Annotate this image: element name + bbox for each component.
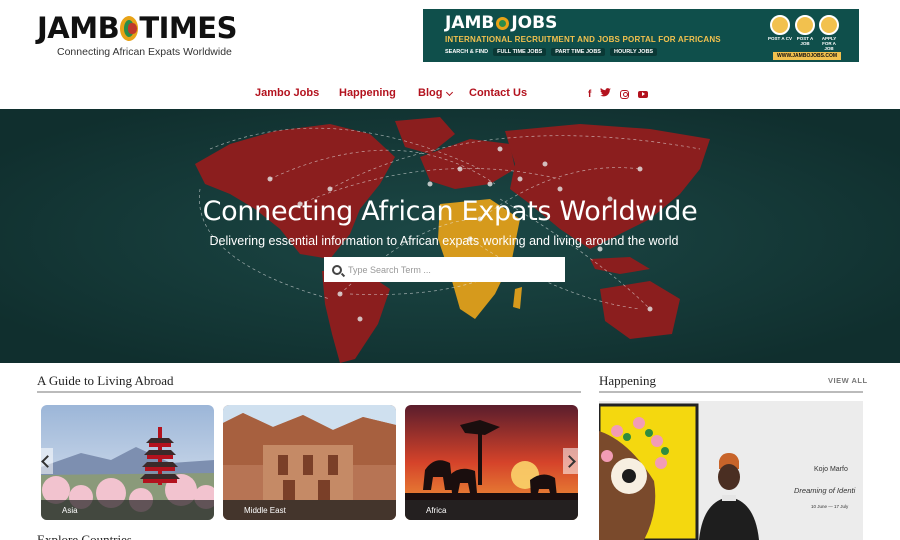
banner-qr-apply: APPLY FOR A JOB	[817, 15, 841, 51]
social-links: f	[588, 88, 649, 100]
banner-qr-post-job: POST A JOB	[793, 15, 817, 46]
guide-card-label: Middle East	[223, 500, 396, 520]
site-logo[interactable]: JAMB TIMES Connecting African Expats Worl…	[37, 12, 237, 59]
logo-text-left: JAMB	[37, 11, 120, 45]
guide-card-asia[interactable]: Asia	[41, 405, 214, 520]
instagram-icon[interactable]	[620, 89, 630, 99]
happening-feature-image[interactable]: Kojo Marfo Dreaming of Identi 10 June — …	[599, 401, 863, 540]
facebook-icon[interactable]: f	[588, 89, 591, 100]
happening-section-title: Happening	[599, 373, 657, 388]
banner-globe-icon	[496, 16, 510, 30]
search-input[interactable]	[348, 264, 548, 275]
banner-qr-post-cv: POST A CV	[768, 15, 792, 41]
banner-url: WWW.JAMBOJOBS.COM	[773, 52, 841, 60]
banner-pill: HOURLY JOBS	[609, 48, 658, 56]
banner-pill: PART TIME JOBS	[551, 48, 605, 56]
banner-pill-row: SEARCH & FIND FULL TIME JOBS PART TIME J…	[445, 48, 658, 56]
banner-title-right: JOBS	[511, 13, 558, 33]
carousel-next-button[interactable]	[562, 448, 579, 474]
guide-card-middle-east[interactable]: Middle East	[223, 405, 396, 520]
nav-item-blog[interactable]: Blog	[418, 87, 454, 99]
banner-title: JAMB JOBS	[445, 13, 557, 33]
main-nav: Jambo Jobs Happening Blog Contact Us	[0, 87, 900, 103]
exhibit-title: Dreaming of Identi	[794, 486, 856, 495]
qr-code-icon	[819, 15, 839, 35]
qr-code-icon	[770, 15, 790, 35]
banner-subtitle: INTERNATIONAL RECRUITMENT AND JOBS PORTA…	[445, 35, 721, 44]
carousel-prev-button[interactable]	[37, 448, 54, 474]
banner-search-label: SEARCH & FIND	[445, 49, 489, 55]
qr-code-icon	[795, 15, 815, 35]
guide-section-divider	[37, 391, 581, 393]
hero-subtitle: Delivering essential information to Afri…	[209, 234, 679, 248]
explore-section-title: Explore Countries	[37, 532, 132, 540]
banner-qr-label: POST A JOB	[796, 36, 814, 46]
logo-tagline: Connecting African Expats Worldwide	[57, 46, 232, 58]
banner-pill: FULL TIME JOBS	[493, 48, 547, 56]
nav-item-blog-label: Blog	[418, 87, 443, 99]
guide-card-label: Asia	[41, 500, 214, 520]
nav-item-jambo-jobs[interactable]: Jambo Jobs	[255, 87, 319, 99]
guide-card-label: Africa	[405, 500, 578, 520]
nav-item-happening[interactable]: Happening	[339, 87, 396, 99]
exhibit-dates: 10 June — 17 July	[811, 504, 849, 509]
search-icon[interactable]	[332, 264, 342, 275]
africa-globe-icon	[120, 16, 139, 41]
happening-section-divider	[599, 391, 863, 393]
youtube-icon[interactable]	[638, 90, 649, 98]
hero-search-box[interactable]	[324, 257, 565, 282]
nav-item-contact-us[interactable]: Contact Us	[469, 87, 527, 99]
banner-title-left: JAMB	[445, 13, 495, 33]
banner-qr-label: POST A CV	[768, 36, 792, 41]
guide-card-africa[interactable]: Africa	[405, 405, 578, 520]
hero-banner: Connecting African Expats Worldwide Deli…	[0, 109, 900, 363]
view-all-link[interactable]: VIEW ALL	[828, 376, 868, 385]
guide-section-title: A Guide to Living Abroad	[37, 373, 174, 388]
logo-text-right: TIMES	[139, 11, 237, 45]
twitter-icon[interactable]	[600, 88, 612, 100]
logo-wordmark: JAMB TIMES	[37, 12, 237, 45]
jambo-jobs-banner-ad[interactable]: JAMB JOBS INTERNATIONAL RECRUITMENT AND J…	[423, 9, 859, 62]
chevron-down-icon	[446, 88, 454, 97]
chevron-left-icon	[40, 454, 54, 468]
banner-qr-label: APPLY FOR A JOB	[821, 36, 837, 51]
chevron-right-icon	[562, 454, 576, 468]
exhibit-artist-name: Kojo Marfo	[814, 466, 848, 473]
site-header: JAMB TIMES Connecting African Expats Worl…	[0, 0, 900, 75]
hero-title: Connecting African Expats Worldwide	[202, 196, 698, 227]
